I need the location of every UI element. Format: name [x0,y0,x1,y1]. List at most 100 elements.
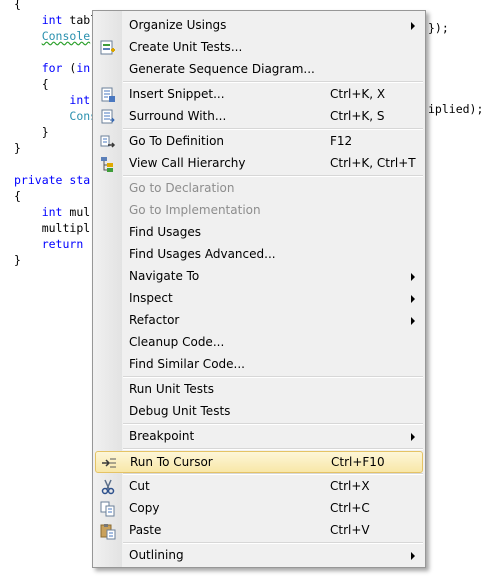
menu-item-shortcut: Ctrl+K, X [330,87,386,101]
code-token: return [41,237,84,251]
menu-item-label: Generate Sequence Diagram... [129,62,315,76]
menu-separator [123,542,423,544]
menu-item-label: Go to Implementation [129,203,261,217]
menu-separator [123,423,423,425]
menu-item-navigate-to[interactable]: Navigate To [95,266,423,288]
menu-item-label: Paste [129,523,162,537]
menu-item-find-usages-advanced[interactable]: Find Usages Advanced... [95,244,423,266]
menu-item-label: Find Usages Advanced... [129,247,276,261]
menu-item-inspect[interactable]: Inspect [95,288,423,310]
code-token: tab [62,13,91,27]
context-menu: Organize Usings Create Unit Tests... Gener… [92,10,426,568]
menu-item-label: Navigate To [129,269,200,283]
go-to-definition-icon [99,133,117,151]
menu-item-go-to-implementation: Go to Implementation [95,200,423,222]
menu-item-view-call-hierarchy[interactable]: View Call Hierarchy Ctrl+K, Ctrl+T [95,153,423,175]
menu-item-copy[interactable]: Copy Ctrl+C [95,498,423,520]
code-line: { [14,76,49,92]
menu-item-label: Cleanup Code... [129,335,225,349]
menu-item-label: Breakpoint [129,429,195,443]
menu-item-outlining[interactable]: Outlining [95,545,423,567]
code-token: int [69,93,91,107]
menu-item-run-to-cursor[interactable]: Run To Cursor Ctrl+F10 [95,451,423,473]
code-token: mul [62,205,91,219]
code-token: { [14,0,21,11]
code-token: int [41,13,63,27]
code-token: Console [41,29,91,43]
submenu-arrow-icon [411,552,415,560]
menu-item-shortcut: Ctrl+X [330,479,370,493]
scissors-icon [99,478,117,496]
copy-icon [99,500,117,518]
menu-item-label: View Call Hierarchy [129,156,246,170]
code-fragment-multiplied: iplied); [428,102,484,116]
menu-item-find-usages[interactable]: Find Usages [95,222,423,244]
menu-item-label: Refactor [129,313,180,327]
code-line: } [14,140,21,156]
code-token: in [76,61,91,75]
menu-item-shortcut: F12 [330,134,353,148]
menu-item-shortcut: Ctrl+F10 [331,455,385,469]
menu-separator [123,376,423,378]
menu-item-label: Inspect [129,291,173,305]
code-token: } [41,125,49,139]
paste-icon [99,522,117,540]
code-line: } [14,252,21,268]
menu-item-cut[interactable]: Cut Ctrl+X [95,476,423,498]
code-token: int [41,205,63,219]
create-unit-tests-icon [99,39,117,57]
menu-separator [123,448,423,450]
menu-item-debug-unit-tests[interactable]: Debug Unit Tests [95,401,423,423]
menu-item-go-to-declaration: Go to Declaration [95,178,423,200]
code-line: Cons [14,108,97,124]
submenu-arrow-icon [411,273,415,281]
menu-item-insert-snippet[interactable]: Insert Snippet... Ctrl+K, X [95,84,423,106]
menu-item-run-unit-tests[interactable]: Run Unit Tests [95,379,423,401]
code-line: int [14,92,90,108]
menu-item-shortcut: Ctrl+V [330,523,370,537]
menu-item-shortcut: Ctrl+K, Ctrl+T [330,156,416,170]
code-line: multipl [14,220,90,236]
menu-separator [123,175,423,177]
code-token: { [14,189,21,203]
menu-item-organize-usings[interactable]: Organize Usings [95,15,423,37]
code-line: Console [14,28,90,44]
code-line: for (in [14,60,91,76]
menu-item-label: Run To Cursor [130,455,213,469]
menu-item-label: Copy [129,501,160,515]
menu-separator [123,473,423,475]
menu-item-label: Run Unit Tests [129,382,214,396]
menu-item-generate-sequence-diagram[interactable]: Generate Sequence Diagram... [95,59,423,81]
menu-item-create-unit-tests[interactable]: Create Unit Tests... [95,37,423,59]
code-token: } [14,141,21,155]
menu-item-label: Go To Definition [129,134,225,148]
menu-item-find-similar-code[interactable]: Find Similar Code... [95,354,423,376]
menu-item-refactor[interactable]: Refactor [95,310,423,332]
menu-item-label: Insert Snippet... [129,87,225,101]
insert-snippet-icon [99,86,117,104]
code-line: int mul [14,204,90,220]
code-line: } [14,124,49,140]
submenu-arrow-icon [411,433,415,441]
menu-item-cleanup-code[interactable]: Cleanup Code... [95,332,423,354]
code-token: ( [62,61,77,75]
code-line: { [14,0,21,12]
code-token: for [41,61,63,75]
menu-item-shortcut: Ctrl+C [330,501,370,515]
call-hierarchy-icon [99,155,117,173]
menu-item-breakpoint[interactable]: Breakpoint [95,426,423,448]
menu-separator [123,128,423,130]
menu-item-paste[interactable]: Paste Ctrl+V [95,520,423,542]
code-fragment-console-writeline-end: }); [428,21,449,35]
code-token: } [14,253,21,267]
code-token: multipl [41,221,91,235]
menu-item-label: Find Usages [129,225,202,239]
menu-separator [123,81,423,83]
submenu-arrow-icon [411,317,415,325]
menu-item-go-to-definition[interactable]: Go To Definition F12 [95,131,423,153]
menu-item-surround-with[interactable]: Surround With... Ctrl+K, S [95,106,423,128]
code-line: { [14,188,21,204]
menu-item-label: Create Unit Tests... [129,40,243,54]
run-to-cursor-icon [100,454,118,472]
code-token: sta [69,173,91,187]
